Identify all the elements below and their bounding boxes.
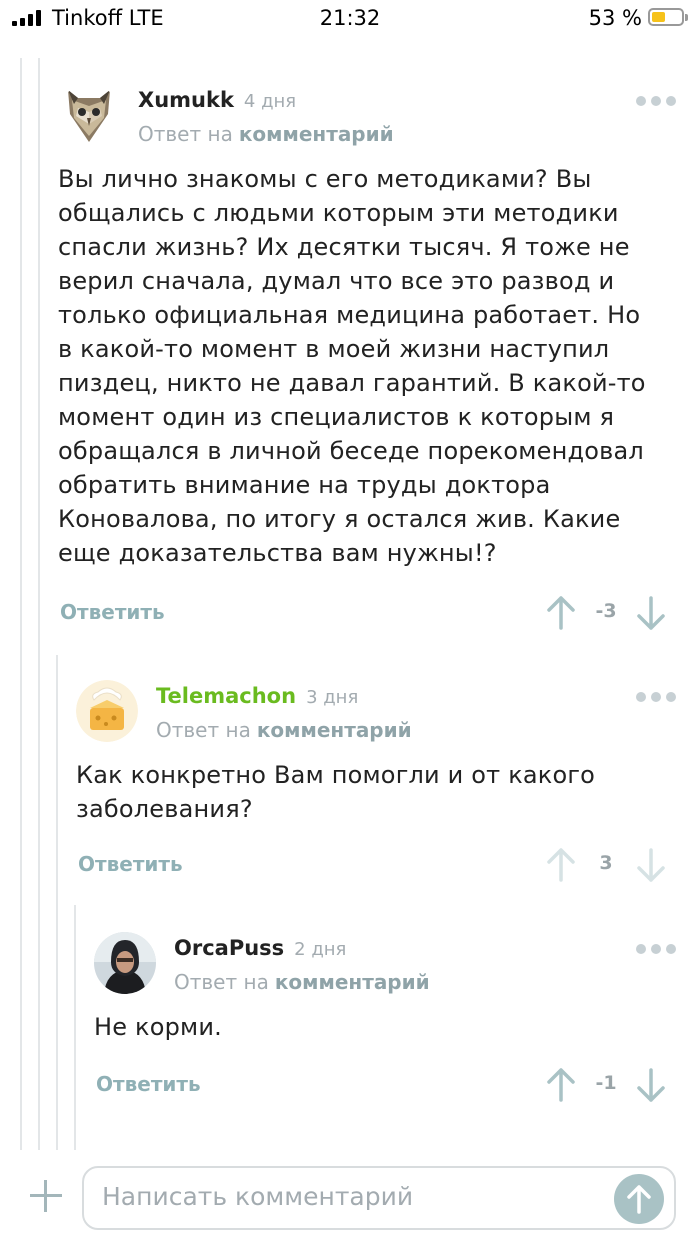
comment-body: Не корми.	[94, 1013, 222, 1041]
comment-age: 4 дня	[243, 91, 297, 112]
more-options-icon[interactable]	[636, 944, 676, 956]
reply-button[interactable]: Ответить	[78, 852, 183, 876]
battery-icon	[648, 8, 688, 26]
thread-line	[56, 655, 58, 1150]
author-name[interactable]: OrcaPuss 2 дня	[174, 936, 346, 960]
cheese-avatar[interactable]	[76, 680, 138, 742]
downvote-icon[interactable]	[636, 848, 666, 882]
comment: OrcaPuss 2 дня Ответ на комментарий Не кор…	[94, 932, 676, 1112]
vote-score: -3	[595, 600, 617, 622]
comment-body: Вы лично знакомы с его методиками? Вы об…	[58, 165, 646, 567]
comment-age: 3 дня	[306, 687, 359, 708]
upvote-icon[interactable]	[546, 848, 576, 882]
downvote-icon[interactable]	[636, 1068, 666, 1102]
reply-to-line: Ответ на комментарий	[156, 718, 412, 742]
comment: Telemachon 3 дня Ответ на комментарий Как …	[76, 680, 676, 890]
send-button[interactable]	[614, 1174, 664, 1224]
vote-controls: 3	[546, 848, 666, 884]
comment-body: Как конкретно Вам помогли и от какого за…	[76, 761, 596, 823]
comment-input-placeholder: Написать комментарий	[102, 1182, 414, 1211]
thread-line	[20, 58, 22, 1150]
reply-to-line: Ответ на комментарий	[138, 122, 394, 146]
vote-controls: -3	[546, 596, 666, 632]
owl-avatar[interactable]	[58, 84, 120, 146]
reply-to-link[interactable]: комментарий	[239, 122, 394, 146]
reply-button[interactable]: Ответить	[96, 1072, 201, 1096]
upvote-icon[interactable]	[546, 1068, 576, 1102]
reply-button[interactable]: Ответить	[60, 600, 165, 624]
comment-input[interactable]: Написать комментарий	[82, 1166, 676, 1230]
vote-controls: -1	[546, 1068, 666, 1104]
author-name[interactable]: Xumukk 4 дня	[138, 88, 296, 112]
arrow-up-icon	[627, 1185, 651, 1214]
more-options-icon[interactable]	[636, 692, 676, 704]
more-options-icon[interactable]	[636, 96, 676, 108]
author-name[interactable]: Telemachon 3 дня	[156, 684, 358, 708]
thread-line	[74, 905, 76, 1150]
user-photo-avatar[interactable]	[94, 932, 156, 994]
vote-score: -1	[595, 1072, 617, 1094]
attach-plus-icon[interactable]	[30, 1180, 62, 1212]
vote-score: 3	[599, 852, 613, 874]
comment: Xumukk 4 дня Ответ на комментарий Вы лично…	[58, 84, 676, 644]
reply-to-line: Ответ на комментарий	[174, 970, 430, 994]
status-bar: Tinkoff LTE 21:32 53 %	[0, 0, 700, 40]
reply-to-link[interactable]: комментарий	[275, 970, 430, 994]
reply-to-link[interactable]: комментарий	[257, 718, 412, 742]
downvote-icon[interactable]	[636, 596, 666, 630]
comment-age: 2 дня	[294, 939, 347, 960]
battery-percent: 53 %	[588, 6, 642, 30]
comment-composer: Написать комментарий	[0, 1150, 700, 1245]
upvote-icon[interactable]	[546, 596, 576, 630]
thread-line	[38, 58, 40, 1150]
